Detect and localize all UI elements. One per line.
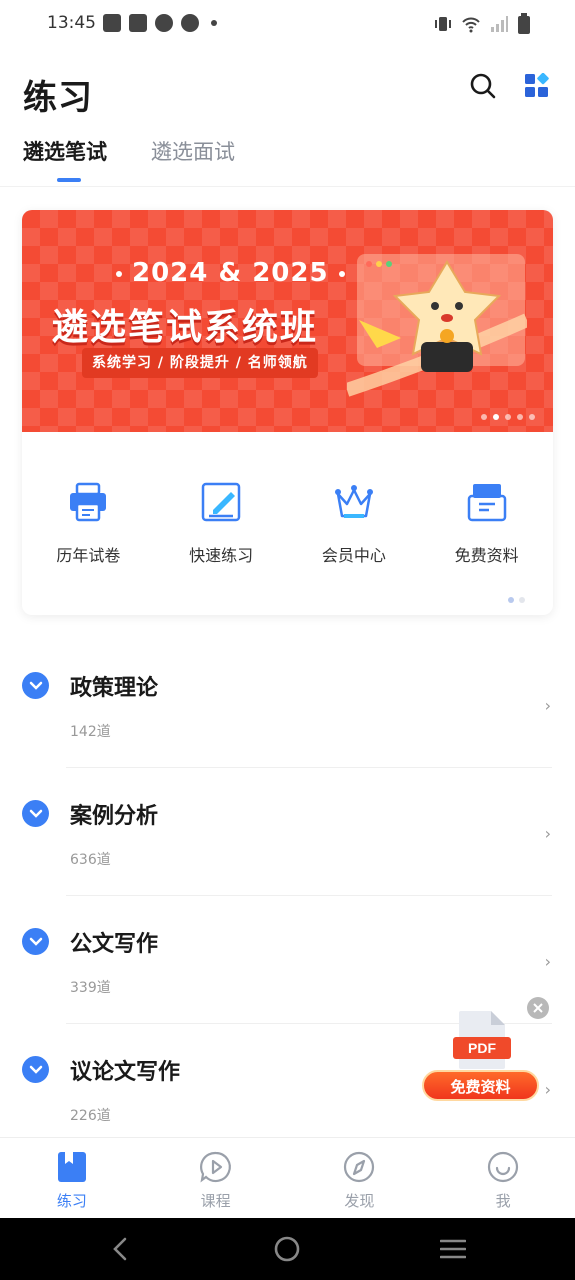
quick-link-label: 会员中心 (321, 546, 386, 565)
chevron-right-icon: › (544, 696, 551, 715)
chevron-down-icon[interactable] (22, 928, 49, 955)
gauge-icon (181, 14, 199, 32)
file-tray-icon (467, 484, 506, 522)
system-status-icons (433, 13, 531, 35)
chevron-down-icon[interactable] (22, 672, 49, 699)
header-actions (467, 70, 553, 102)
apps-button[interactable] (521, 70, 553, 102)
feature-card: 2024 & 2025 遴选笔试系统班 系统学习 / 阶段提升 / 名师领航 历… (22, 210, 553, 615)
quick-link-quick-practice[interactable]: 快速练习 (155, 480, 288, 566)
menu-icon[interactable] (440, 1236, 466, 1262)
nav-label: 练习 (56, 1192, 87, 1210)
category-name: 议论文写作 (70, 1060, 181, 1085)
printer-icon (70, 482, 107, 522)
nav-label: 发现 (344, 1192, 375, 1210)
nav-discover[interactable]: 发现 (288, 1138, 432, 1218)
nav-practice[interactable]: 练习 (0, 1138, 144, 1218)
nav-label: 我 (495, 1192, 511, 1210)
smile-icon (488, 1151, 519, 1183)
bag-icon (129, 14, 147, 32)
nav-label: 课程 (200, 1192, 231, 1210)
dot-icon (211, 20, 217, 26)
chevron-down-icon[interactable] (22, 800, 49, 827)
category-row[interactable]: 政策理论 142道 › (0, 640, 575, 768)
chevron-right-icon: › (544, 952, 551, 971)
pdf-file-icon: PDF (453, 1011, 511, 1069)
play-bubble-icon (199, 1151, 231, 1183)
quick-link-label: 历年试卷 (56, 546, 121, 565)
category-count: 142道 (70, 724, 111, 740)
tab-written-exam[interactable]: 遴选笔试 (23, 136, 107, 182)
tabs-divider (0, 186, 575, 187)
category-count: 636道 (70, 852, 111, 868)
category-name: 政策理论 (70, 676, 159, 701)
chevron-down-icon[interactable] (22, 1056, 49, 1083)
quick-links: 历年试卷 快速练习 会员中心 免费资料 (22, 480, 553, 566)
pdf-label: PDF (468, 1040, 496, 1056)
search-icon (470, 73, 496, 99)
apps-grid-icon (525, 73, 549, 97)
free-materials-button[interactable]: 免费资料 (422, 1070, 539, 1101)
tab-interview[interactable]: 遴选面试 (151, 136, 235, 178)
system-navigation-bar (0, 1218, 575, 1280)
back-icon[interactable] (108, 1236, 134, 1262)
search-button[interactable] (467, 70, 499, 102)
bottom-navigation: 练习 课程 发现 我 (0, 1137, 575, 1218)
category-count: 339道 (70, 980, 111, 996)
quick-link-label: 快速练习 (189, 546, 254, 565)
floating-promo: PDF 免费资料 (420, 995, 555, 1105)
banner-title: 遴选笔试系统班 (52, 307, 319, 348)
bag-icon (103, 14, 121, 32)
category-name: 公文写作 (70, 932, 159, 957)
category-name: 案例分析 (70, 804, 159, 829)
compass-icon (344, 1151, 375, 1183)
wifi-icon (462, 17, 480, 33)
status-time: 13:45 (47, 13, 96, 33)
page-title: 练习 (23, 78, 93, 118)
close-promo-button[interactable] (527, 997, 549, 1019)
category-row[interactable]: 案例分析 636道 › (0, 768, 575, 896)
battery-icon (518, 13, 530, 34)
exam-type-tabs: 遴选笔试 遴选面试 (23, 136, 235, 182)
gauge-icon (155, 14, 173, 32)
category-count: 226道 (70, 1108, 111, 1124)
quick-link-membership[interactable]: 会员中心 (288, 480, 421, 566)
quick-link-past-papers[interactable]: 历年试卷 (22, 480, 155, 566)
book-icon (57, 1152, 86, 1182)
quick-links-pagination (508, 597, 525, 603)
banner-year: 2024 & 2025 (106, 258, 355, 288)
chevron-right-icon: › (544, 824, 551, 843)
vibrate-icon (435, 17, 451, 31)
quick-link-free-materials[interactable]: 免费资料 (420, 480, 553, 566)
banner-subtitle: 系统学习 / 阶段提升 / 名师领航 (82, 348, 318, 378)
crown-icon (334, 485, 373, 518)
signal-icon (491, 16, 508, 32)
quick-link-label: 免费资料 (454, 546, 519, 565)
notification-icons (103, 14, 217, 32)
mascot-illustration-icon (347, 254, 527, 397)
home-icon[interactable] (274, 1236, 300, 1262)
status-bar: 13:45 (0, 0, 575, 48)
nav-me[interactable]: 我 (431, 1138, 575, 1218)
close-icon (533, 1003, 543, 1013)
edit-note-icon (201, 482, 241, 522)
promo-banner[interactable]: 2024 & 2025 遴选笔试系统班 系统学习 / 阶段提升 / 名师领航 (22, 210, 553, 432)
nav-courses[interactable]: 课程 (144, 1138, 288, 1218)
banner-pagination (481, 414, 535, 420)
